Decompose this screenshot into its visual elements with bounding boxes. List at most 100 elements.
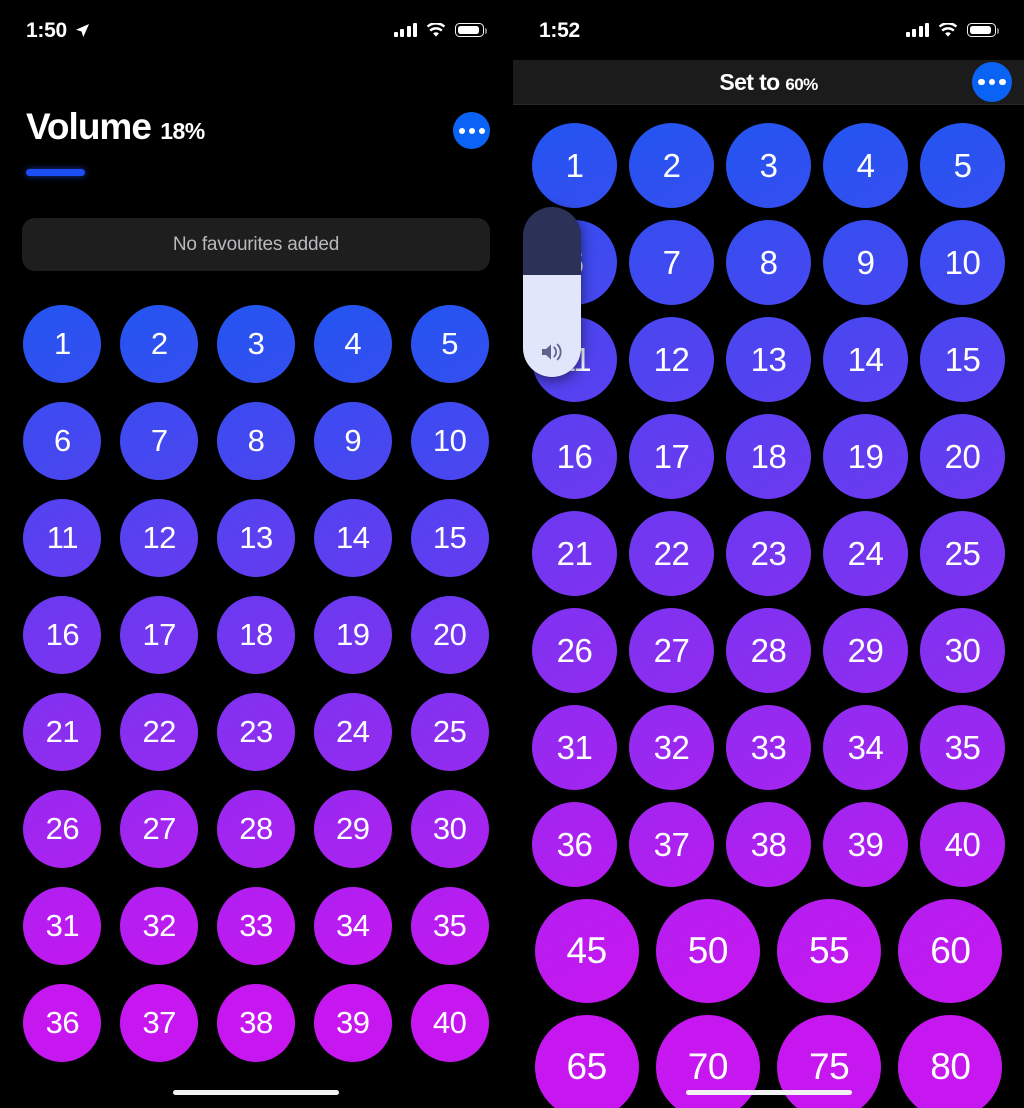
volume-preset-bubble[interactable]: 36 (23, 984, 102, 1062)
volume-preset-bubble[interactable]: 24 (313, 693, 392, 771)
volume-preset-bubble[interactable]: 1 (532, 123, 617, 208)
volume-preset-bubble[interactable]: 39 (823, 802, 908, 887)
volume-preset-bubble[interactable]: 22 (120, 693, 199, 771)
ellipsis-dot (988, 78, 996, 86)
volume-preset-bubble[interactable]: 20 (920, 414, 1005, 499)
ellipsis-dot (999, 78, 1006, 86)
volume-progress-track[interactable] (26, 169, 356, 176)
volume-preset-bubble[interactable]: 23 (216, 693, 295, 771)
volume-preset-bubble[interactable]: 1 (23, 305, 102, 383)
volume-preset-bubble[interactable]: 65 (534, 1015, 639, 1108)
volume-preset-bubble[interactable]: 40 (920, 802, 1005, 887)
volume-preset-bubble[interactable]: 19 (823, 414, 908, 499)
volume-preset-bubble[interactable]: 38 (726, 802, 811, 887)
volume-preset-bubble[interactable]: 10 (920, 220, 1005, 305)
volume-preset-bubble[interactable]: 18 (216, 596, 295, 674)
volume-preset-bubble[interactable]: 31 (23, 887, 102, 965)
dual-screenshot-container: 1:50 Volume 18% No favourites added 1 2 … (0, 0, 1024, 1108)
volume-preset-bubble[interactable]: 34 (313, 887, 392, 965)
volume-preset-bubble[interactable]: 4 (823, 123, 908, 208)
status-bar-right-group (393, 22, 487, 38)
volume-preset-bubble[interactable]: 20 (410, 596, 489, 674)
volume-preset-bubble[interactable]: 3 (726, 123, 811, 208)
volume-preset-bubble[interactable]: 80 (898, 1015, 1003, 1108)
volume-preset-bubble[interactable]: 25 (920, 511, 1005, 596)
volume-preset-bubble[interactable]: 33 (726, 705, 811, 790)
volume-preset-bubble[interactable]: 17 (120, 596, 199, 674)
volume-preset-bubble[interactable]: 9 (313, 402, 392, 480)
nav-bar: Set to 60% (513, 60, 1024, 105)
volume-preset-bubble[interactable]: 21 (532, 511, 617, 596)
volume-preset-bubble[interactable]: 45 (534, 899, 639, 1003)
volume-preset-bubble[interactable]: 18 (726, 414, 811, 499)
volume-preset-bubble[interactable]: 29 (823, 608, 908, 693)
volume-preset-bubble[interactable]: 14 (823, 317, 908, 402)
volume-preset-bubble[interactable]: 15 (920, 317, 1005, 402)
volume-preset-bubble[interactable]: 27 (629, 608, 714, 693)
volume-preset-bubble[interactable]: 25 (410, 693, 489, 771)
volume-preset-bubble[interactable]: 40 (410, 984, 489, 1062)
volume-preset-bubble[interactable]: 39 (313, 984, 392, 1062)
volume-preset-bubble[interactable]: 36 (532, 802, 617, 887)
volume-preset-bubble[interactable]: 50 (655, 899, 760, 1003)
volume-preset-bubble[interactable]: 14 (313, 499, 392, 577)
volume-preset-bubble[interactable]: 32 (629, 705, 714, 790)
volume-preset-bubble[interactable]: 55 (777, 899, 882, 1003)
volume-preset-bubble[interactable]: 38 (216, 984, 295, 1062)
volume-preset-bubble[interactable]: 10 (410, 402, 489, 480)
battery-icon (455, 23, 487, 37)
nav-title-label: Set to (719, 68, 780, 95)
volume-preset-bubble[interactable]: 9 (823, 220, 908, 305)
volume-preset-bubble[interactable]: 4 (313, 305, 392, 383)
volume-preset-bubble[interactable]: 8 (216, 402, 295, 480)
volume-preset-bubble[interactable]: 24 (823, 511, 908, 596)
volume-preset-bubble[interactable]: 7 (629, 220, 714, 305)
volume-preset-bubble[interactable]: 27 (120, 790, 199, 868)
volume-preset-bubble[interactable]: 13 (726, 317, 811, 402)
volume-preset-bubble[interactable]: 15 (410, 499, 489, 577)
volume-preset-bubble[interactable]: 11 (23, 499, 102, 577)
more-options-button[interactable] (972, 62, 1012, 102)
volume-preset-bubble[interactable]: 28 (726, 608, 811, 693)
volume-preset-bubble[interactable]: 12 (629, 317, 714, 402)
volume-preset-bubble[interactable]: 16 (23, 596, 102, 674)
volume-preset-bubble[interactable]: 28 (216, 790, 295, 868)
volume-preset-bubble[interactable]: 21 (23, 693, 102, 771)
volume-hud-slider[interactable] (523, 207, 581, 377)
volume-preset-bubble[interactable]: 5 (920, 123, 1005, 208)
volume-preset-bubble[interactable]: 3 (216, 305, 295, 383)
volume-preset-bubble[interactable]: 35 (410, 887, 489, 965)
volume-preset-bubble[interactable]: 31 (532, 705, 617, 790)
page-title: Volume 18% (26, 108, 205, 145)
volume-preset-bubble[interactable]: 30 (410, 790, 489, 868)
favourites-empty-box[interactable]: No favourites added (22, 218, 490, 271)
volume-preset-bubble[interactable]: 2 (629, 123, 714, 208)
volume-preset-bubble[interactable]: 34 (823, 705, 908, 790)
volume-preset-bubble[interactable]: 33 (216, 887, 295, 965)
volume-preset-bubble[interactable]: 30 (920, 608, 1005, 693)
volume-preset-bubble[interactable]: 37 (120, 984, 199, 1062)
volume-preset-bubble[interactable]: 60 (898, 899, 1003, 1003)
volume-preset-bubble[interactable]: 26 (532, 608, 617, 693)
volume-preset-bubble[interactable]: 23 (726, 511, 811, 596)
volume-preset-bubble[interactable]: 8 (726, 220, 811, 305)
volume-preset-bubble[interactable]: 17 (629, 414, 714, 499)
volume-preset-bubble[interactable]: 13 (216, 499, 295, 577)
volume-preset-bubble[interactable]: 12 (120, 499, 199, 577)
volume-preset-bubble[interactable]: 6 (23, 402, 102, 480)
volume-preset-bubble[interactable]: 19 (313, 596, 392, 674)
ellipsis-dot (978, 78, 985, 86)
volume-preset-bubble[interactable]: 26 (23, 790, 102, 868)
volume-preset-bubble[interactable]: 37 (629, 802, 714, 887)
volume-preset-bubble[interactable]: 5 (410, 305, 489, 383)
volume-preset-grid-right-large: 45 50 55 60 65 70 75 80 (526, 899, 1011, 1108)
volume-preset-bubble[interactable]: 29 (313, 790, 392, 868)
volume-preset-bubble[interactable]: 2 (120, 305, 199, 383)
more-options-button[interactable] (453, 112, 490, 149)
nav-title-percent: 60% (785, 74, 818, 94)
volume-preset-bubble[interactable]: 7 (120, 402, 199, 480)
volume-preset-bubble[interactable]: 35 (920, 705, 1005, 790)
volume-preset-bubble[interactable]: 22 (629, 511, 714, 596)
volume-preset-bubble[interactable]: 16 (532, 414, 617, 499)
volume-preset-bubble[interactable]: 32 (120, 887, 199, 965)
